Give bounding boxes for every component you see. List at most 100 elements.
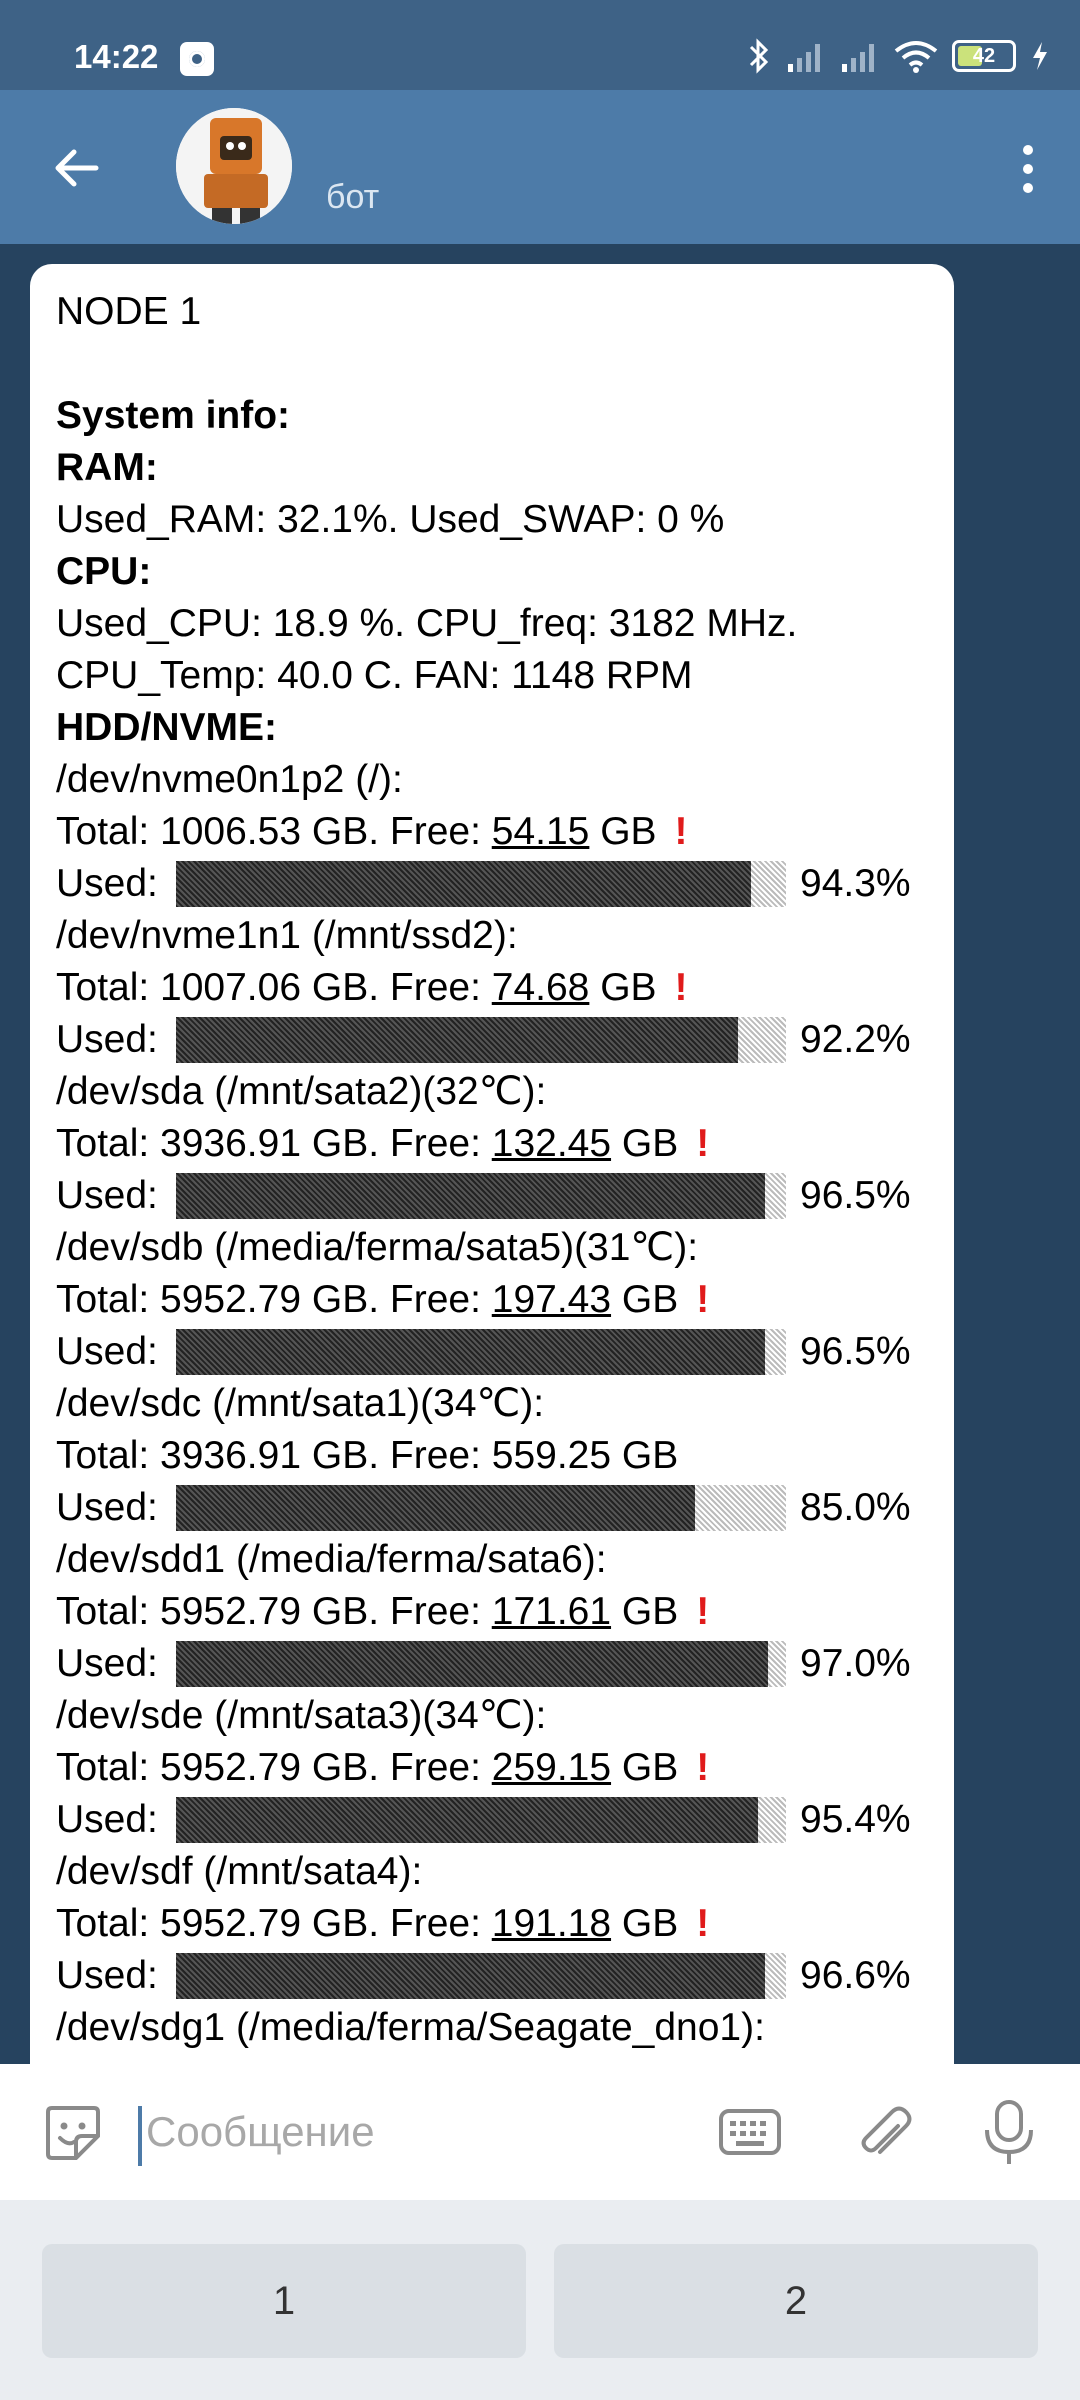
cpu-line-2: CPU_Temp: 40.0 C. FAN: 1148 RPM bbox=[56, 654, 693, 697]
usage-percent: 94.3% bbox=[800, 862, 911, 905]
avatar[interactable] bbox=[176, 108, 292, 224]
message-bubble[interactable]: NODE 1 System info: RAM: Used_RAM: 32.1%… bbox=[30, 264, 954, 2064]
disk-unit: GB bbox=[611, 1902, 679, 1945]
disk-total-line: Total: 5952.79 GB. Free: 191.18 GB! bbox=[56, 1898, 928, 1950]
disk-total: Total: 3936.91 GB. Free: bbox=[56, 1122, 492, 1165]
signal-icon bbox=[842, 44, 874, 72]
usage-bar-fill bbox=[176, 1953, 766, 1999]
disk-unit: GB bbox=[611, 1746, 679, 1789]
usage-bar bbox=[176, 1953, 786, 1999]
disk-free: 559.25 bbox=[491, 1434, 612, 1477]
message-input[interactable]: Сообщение bbox=[146, 2108, 375, 2156]
disk-total-line: Total: 5952.79 GB. Free: 259.15 GB! bbox=[56, 1742, 928, 1794]
disk-name: /dev/sdd1 (/media/ferma/sata6): bbox=[56, 1538, 607, 1581]
disk-usage-row: Used: 96.6% bbox=[56, 1950, 928, 2002]
disk-name: /dev/sdg1 (/media/ferma/Seagate_dno1): bbox=[56, 2006, 765, 2049]
disk-usage-row: Used: 85.0% bbox=[56, 1482, 928, 1534]
usage-bar-fill bbox=[176, 1329, 765, 1375]
text-cursor bbox=[138, 2106, 142, 2166]
cpu-heading: CPU: bbox=[56, 550, 152, 593]
chat-header: бот bbox=[0, 90, 1080, 244]
usage-bar-fill bbox=[176, 1797, 758, 1843]
keyboard-button-2[interactable]: 2 bbox=[554, 2244, 1038, 2358]
disk-total-line: Total: 5952.79 GB. Free: 171.61 GB! bbox=[56, 1586, 928, 1638]
disk-total-line: Total: 5952.79 GB. Free: 197.43 GB! bbox=[56, 1274, 928, 1326]
signal-icon bbox=[788, 44, 820, 72]
used-label: Used: bbox=[56, 862, 158, 905]
usage-percent: 92.2% bbox=[800, 1018, 911, 1061]
disk-name: /dev/nvme0n1p2 (/): bbox=[56, 758, 403, 801]
warning-icon: ! bbox=[696, 1746, 710, 1789]
usage-percent: 96.5% bbox=[800, 1330, 911, 1373]
ram-heading: RAM: bbox=[56, 446, 158, 489]
disk-usage-row: Used: 92.2% bbox=[56, 1014, 928, 1066]
disk-total: Total: 3936.91 GB. Free: bbox=[56, 1434, 492, 1477]
warning-icon: ! bbox=[674, 966, 688, 1009]
chat-area[interactable]: NODE 1 System info: RAM: Used_RAM: 32.1%… bbox=[0, 244, 1080, 2064]
hdd-heading: HDD/NVME: bbox=[56, 706, 277, 749]
bluetooth-icon bbox=[749, 38, 769, 74]
usage-bar bbox=[176, 1485, 786, 1531]
usage-percent: 95.4% bbox=[800, 1798, 911, 1841]
battery-icon: 42 bbox=[952, 40, 1016, 72]
usage-percent: 97.0% bbox=[800, 1642, 911, 1685]
disk-list: /dev/nvme0n1p2 (/): Total: 1006.53 GB. Fr… bbox=[56, 754, 928, 2002]
usage-percent: 85.0% bbox=[800, 1486, 911, 1529]
warning-icon: ! bbox=[674, 810, 688, 853]
disk-free: 54.15 bbox=[491, 810, 590, 853]
disk-total: Total: 1006.53 GB. Free: bbox=[56, 810, 492, 853]
node-label: NODE 1 bbox=[56, 290, 202, 333]
disk-total: Total: 5952.79 GB. Free: bbox=[56, 1746, 492, 1789]
chat-title[interactable]: бот bbox=[326, 178, 379, 217]
disk-total: Total: 5952.79 GB. Free: bbox=[56, 1902, 492, 1945]
disk-total-line: Total: 1007.06 GB. Free: 74.68 GB! bbox=[56, 962, 928, 1014]
disk-free: 171.61 bbox=[491, 1590, 612, 1633]
disk-total-line: Total: 1006.53 GB. Free: 54.15 GB! bbox=[56, 806, 928, 858]
used-label: Used: bbox=[56, 1174, 158, 1217]
disk-total: Total: 5952.79 GB. Free: bbox=[56, 1590, 492, 1633]
warning-icon: ! bbox=[696, 1902, 710, 1945]
usage-bar-fill bbox=[176, 1173, 765, 1219]
ram-line: Used_RAM: 32.1%. Used_SWAP: 0 % bbox=[56, 498, 725, 541]
attach-paperclip-icon[interactable] bbox=[852, 2100, 914, 2162]
battery-percent: 42 bbox=[972, 45, 996, 67]
microphone-icon[interactable] bbox=[978, 2098, 1040, 2168]
disk-free: 74.68 bbox=[491, 966, 590, 1009]
bot-avatar-image bbox=[176, 108, 292, 224]
disk-free: 191.18 bbox=[491, 1902, 612, 1945]
keyboard-icon[interactable] bbox=[718, 2108, 782, 2156]
disk-unit: GB bbox=[589, 810, 657, 853]
usage-percent: 96.5% bbox=[800, 1174, 911, 1217]
disk-total: Total: 1007.06 GB. Free: bbox=[56, 966, 492, 1009]
used-label: Used: bbox=[56, 1018, 158, 1061]
disk-total-line: Total: 3936.91 GB. Free: 132.45 GB! bbox=[56, 1118, 928, 1170]
disk-name: /dev/sdb (/media/ferma/sata5)(31℃): bbox=[56, 1226, 699, 1269]
sticker-emoji-icon[interactable] bbox=[42, 2102, 104, 2164]
used-label: Used: bbox=[56, 1330, 158, 1373]
status-bar: 14:22 42 bbox=[0, 0, 1080, 90]
disk-total: Total: 5952.79 GB. Free: bbox=[56, 1278, 492, 1321]
warning-icon: ! bbox=[696, 1590, 710, 1633]
used-label: Used: bbox=[56, 1486, 158, 1529]
disk-name: /dev/sde (/mnt/sata3)(34℃): bbox=[56, 1694, 547, 1737]
keyboard-button-1[interactable]: 1 bbox=[42, 2244, 526, 2358]
usage-bar bbox=[176, 1173, 786, 1219]
back-arrow-icon[interactable] bbox=[50, 142, 102, 194]
disk-usage-row: Used: 96.5% bbox=[56, 1170, 928, 1222]
usage-bar bbox=[176, 1797, 786, 1843]
cpu-line-1: Used_CPU: 18.9 %. CPU_freq: 3182 MHz. bbox=[56, 602, 798, 645]
disk-total-line: Total: 3936.91 GB. Free: 559.25 GB bbox=[56, 1430, 928, 1482]
disk-unit: GB bbox=[611, 1590, 679, 1633]
usage-bar bbox=[176, 861, 786, 907]
system-info-heading: System info: bbox=[56, 394, 291, 437]
disk-free: 132.45 bbox=[491, 1122, 612, 1165]
warning-icon: ! bbox=[696, 1278, 710, 1321]
used-label: Used: bbox=[56, 1954, 158, 1997]
disk-free: 259.15 bbox=[491, 1746, 612, 1789]
usage-bar bbox=[176, 1641, 786, 1687]
disk-free: 197.43 bbox=[491, 1278, 612, 1321]
disk-name: /dev/sda (/mnt/sata2)(32℃): bbox=[56, 1070, 547, 1113]
usage-bar-fill bbox=[176, 1485, 695, 1531]
more-options-icon[interactable] bbox=[1020, 144, 1036, 194]
disk-name: /dev/sdf (/mnt/sata4): bbox=[56, 1850, 423, 1893]
